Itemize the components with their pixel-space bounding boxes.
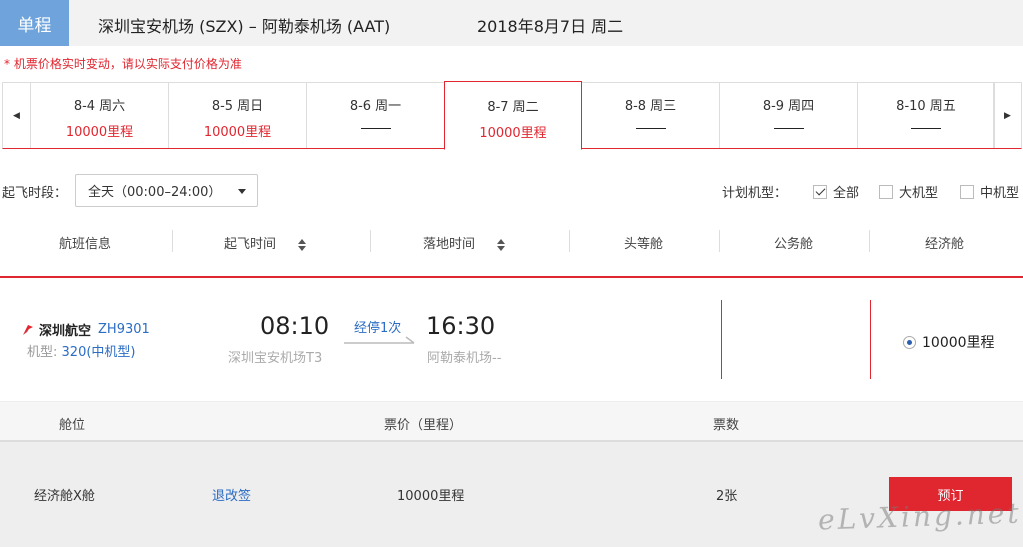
column-first-class: 头等舱 (624, 237, 664, 252)
date-tab[interactable]: 8-6 周一 (307, 83, 445, 148)
cabin-header-cabin: 舱位 (59, 418, 86, 433)
caret-down-icon (238, 189, 246, 194)
no-price-dash (360, 128, 391, 129)
aircraft-filter-label: 计划机型： (722, 186, 788, 201)
departure-airport: 深圳宝安机场T3 (228, 351, 323, 366)
refund-change-link[interactable]: 退改签 (212, 485, 251, 504)
route-arrow-icon (344, 336, 415, 344)
fare-divider (870, 300, 871, 379)
aircraft-type[interactable]: 320(中机型) (62, 345, 136, 360)
cabin-header-tickets: 票数 (713, 418, 740, 433)
aircraft-label: 机型: (27, 345, 58, 360)
checkbox-label: 中机型 (980, 186, 1020, 201)
date-tab[interactable]: 8-4 周六 10000里程 (31, 83, 169, 148)
date-tab-label: 8-8 周三 (624, 99, 677, 114)
date-tab-label: 8-4 周六 (73, 99, 126, 114)
trip-type-badge: 单程 (0, 0, 69, 46)
checkbox-label: 全部 (833, 186, 860, 201)
checkbox-icon (960, 184, 974, 199)
radio-selected-icon (903, 335, 916, 349)
arrival-time: 16:30 (426, 312, 496, 340)
column-divider (719, 230, 720, 252)
checkbox-icon (879, 184, 893, 199)
cabin-price: 10000里程 (397, 489, 465, 504)
economy-fare-price: 10000里程 (922, 335, 995, 351)
date-tab-price: 10000里程 (65, 125, 134, 140)
travel-date: 2018年8月7日 周二 (477, 17, 624, 36)
no-price-dash (773, 128, 804, 129)
column-economy-class: 经济舱 (925, 237, 965, 252)
checkbox-checked-icon (813, 184, 827, 199)
route-title: 深圳宝安机场 (SZX) – 阿勒泰机场 (AAT) (98, 17, 391, 36)
departure-period-value: 全天（00:00–24:00） (88, 185, 222, 200)
airline-name: 深圳航空 (39, 324, 92, 339)
aircraft-filter-medium[interactable]: 中机型 (960, 182, 1019, 201)
next-dates-button[interactable]: ▶ (993, 83, 1021, 148)
date-tab[interactable]: 8-8 周三 (582, 83, 720, 148)
column-divider (370, 230, 371, 252)
no-price-dash (635, 128, 666, 129)
column-divider (869, 230, 870, 252)
aircraft-info: 机型: 320(中机型) (27, 341, 136, 360)
checkbox-label: 大机型 (899, 186, 939, 201)
column-departure-label: 起飞时间 (224, 237, 277, 252)
departure-time: 08:10 (260, 312, 330, 340)
date-tab-label: 8-6 周一 (349, 99, 402, 114)
cabin-header-price: 票价（里程） (384, 418, 463, 433)
header-divider (0, 276, 1023, 278)
column-divider (569, 230, 570, 252)
date-tab-label: 8-5 周日 (211, 99, 264, 114)
column-business-class: 公务舱 (774, 237, 814, 252)
date-tab-price: 10000里程 (479, 126, 547, 141)
cabin-class: 经济舱X舱 (34, 489, 95, 504)
column-flight-info: 航班信息 (59, 237, 112, 252)
departure-period-select[interactable]: 全天（00:00–24:00） (75, 174, 258, 207)
sort-icon (497, 238, 506, 251)
column-divider (172, 230, 173, 252)
airline-info: 深圳航空 ZH9301 (21, 320, 150, 339)
date-tab-price: 10000里程 (203, 125, 272, 140)
fare-divider (721, 300, 722, 379)
route-header: 单程 深圳宝安机场 (SZX) – 阿勒泰机场 (AAT) 2018年8月7日 … (0, 0, 1023, 46)
date-tab-label: 8-10 周五 (896, 99, 956, 114)
price-notice: * 机票价格实时变动，请以实际支付价格为准 (4, 57, 242, 71)
economy-fare-option[interactable]: 10000里程 (903, 332, 995, 352)
date-tab[interactable]: 8-10 周五 (858, 83, 995, 148)
prev-dates-button[interactable]: ◀ (3, 83, 31, 148)
aircraft-filter-large[interactable]: 大机型 (879, 182, 938, 201)
column-arrival-sort[interactable]: 落地时间 (423, 233, 506, 252)
arrow-right-icon: ▶ (1004, 110, 1011, 121)
departure-period-label: 起飞时段： (2, 186, 68, 201)
date-tab[interactable]: 8-5 周日 10000里程 (169, 83, 307, 148)
date-selector: ◀ 8-4 周六 10000里程 8-5 周日 10000里程 8-6 周一 8… (2, 81, 1022, 150)
column-departure-sort[interactable]: 起飞时间 (224, 233, 307, 252)
sort-icon (298, 238, 307, 251)
date-tab-label: 8-9 周四 (762, 99, 815, 114)
arrival-airport: 阿勒泰机场-- (427, 351, 502, 366)
flight-number[interactable]: ZH9301 (98, 322, 150, 337)
no-price-dash (911, 128, 941, 129)
date-tab-label: 8-7 周二 (487, 100, 539, 115)
date-tab[interactable]: 8-9 周四 (720, 83, 858, 148)
airline-logo-icon (23, 324, 33, 335)
date-tab-selected[interactable]: 8-7 周二 10000里程 (444, 81, 582, 150)
cabin-table-header: 舱位 票价（里程） 票数 (0, 401, 1023, 442)
aircraft-filter-all[interactable]: 全部 (813, 182, 859, 201)
arrow-left-icon: ◀ (13, 110, 20, 121)
column-arrival-label: 落地时间 (423, 237, 476, 252)
ticket-count: 2张 (716, 489, 738, 504)
